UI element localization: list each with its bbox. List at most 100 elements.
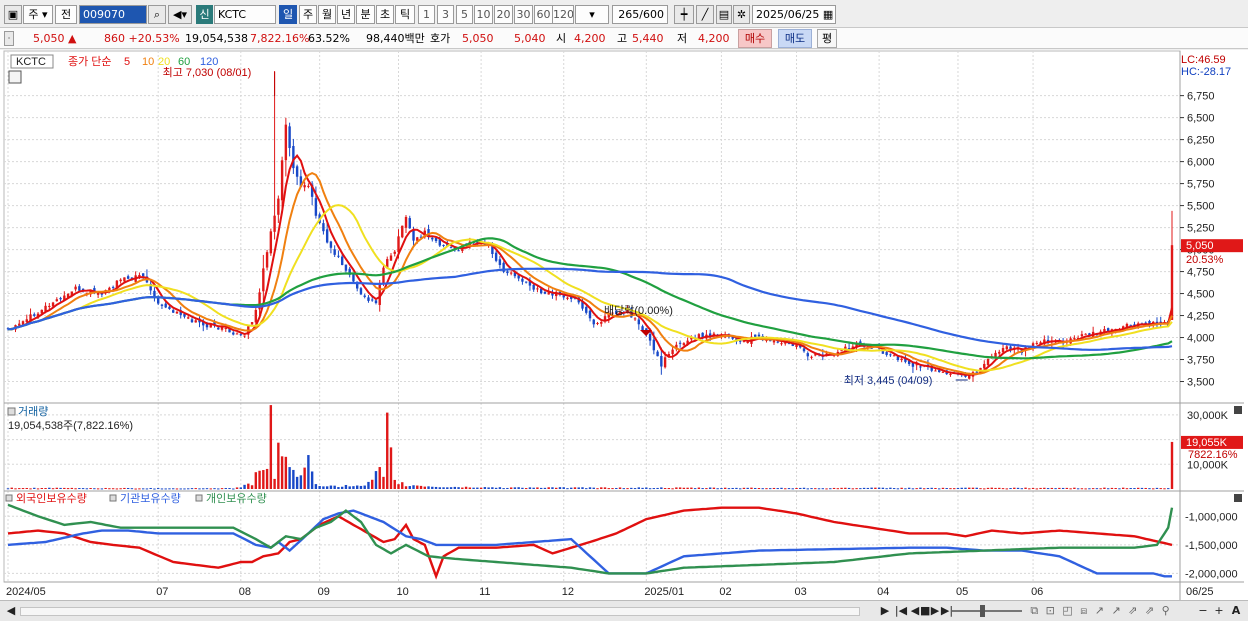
holdings-legend-icon <box>109 494 117 502</box>
volume-bar <box>21 488 25 490</box>
holdings-close-icon[interactable] <box>1234 494 1242 502</box>
volume-bar <box>1069 488 1072 490</box>
volume-bar <box>224 488 227 490</box>
price-tick-label: 3,750 <box>1187 355 1215 367</box>
volume-bar <box>1001 488 1005 490</box>
font-size-icon[interactable]: A <box>1229 603 1243 619</box>
volume-bar <box>1043 487 1046 489</box>
volume-bar <box>836 488 840 490</box>
volume-bar <box>1076 488 1080 490</box>
drawing-tools-icon[interactable]: ⧉ ⊡ ◰ ⧈ ↗ ↗ ⇗ ⇗ ⚲ ◫ <box>1026 603 1176 621</box>
volume-bar <box>63 487 66 489</box>
volume-bar <box>693 488 697 490</box>
volume-bar <box>588 487 592 489</box>
scroll-track[interactable] <box>20 607 860 616</box>
volume-bar <box>637 487 641 489</box>
volume-bar <box>141 488 145 490</box>
volume-bar <box>6 488 10 490</box>
volume-bar <box>585 488 588 490</box>
scroll-right-icon[interactable]: ▶ <box>878 603 892 619</box>
candle-body <box>506 271 509 274</box>
volume-bar <box>652 488 656 490</box>
last-price-value: 5,050 <box>1186 240 1214 252</box>
volume-bar <box>44 488 47 490</box>
nav-next-icon[interactable]: ▶ <box>930 603 940 619</box>
volume-bar <box>423 486 426 489</box>
volume-bar <box>1137 487 1140 489</box>
price-tick-label: 4,750 <box>1187 267 1215 279</box>
candle-body <box>648 333 652 341</box>
zoom-in-icon[interactable]: + <box>1213 603 1225 619</box>
volume-bar <box>855 488 858 490</box>
volume-bar <box>299 475 303 489</box>
candle-body <box>795 344 798 348</box>
volume-bar <box>994 487 997 489</box>
volume-bar <box>705 488 708 490</box>
zoom-slider-handle[interactable] <box>980 605 985 617</box>
zoom-slider[interactable] <box>952 610 1022 612</box>
volume-bar <box>254 472 258 489</box>
volume-bar <box>476 487 479 489</box>
volume-bar <box>603 487 607 489</box>
volume-bar <box>521 487 524 489</box>
volume-bar <box>209 488 212 490</box>
volume-bar <box>562 487 565 489</box>
volume-bar <box>990 487 993 489</box>
volume-bar <box>1009 488 1012 490</box>
volume-bar <box>731 487 734 489</box>
nav-prev-icon[interactable]: ◀ <box>910 603 920 619</box>
candle-body <box>431 237 434 240</box>
calculator-icon[interactable] <box>8 70 22 84</box>
candle-body <box>48 305 51 307</box>
volume-bar <box>998 487 1001 489</box>
candle-body <box>254 309 258 323</box>
volume-bar <box>145 488 149 490</box>
candle-body <box>359 288 363 295</box>
candle-body <box>277 198 280 215</box>
volume-bar <box>1020 488 1024 490</box>
volume-bar <box>318 486 321 489</box>
volume-bar <box>416 485 419 489</box>
candle-body <box>754 334 757 337</box>
volume-close-icon[interactable] <box>1234 406 1242 414</box>
candle-body <box>757 334 761 337</box>
candle-body <box>235 333 239 335</box>
volume-bar <box>434 486 438 489</box>
volume-bar <box>322 486 325 489</box>
volume-bar <box>862 487 866 489</box>
zoom-out-icon[interactable]: − <box>1197 603 1209 619</box>
volume-bar <box>765 488 768 490</box>
scroll-bar[interactable]: ◀ ▶ |◀ ◀ ■ ▶ ▶| ⧉ ⊡ ◰ ⧈ ↗ ↗ ⇗ ⇗ ⚲ ◫ − + … <box>0 600 1248 621</box>
volume-bar <box>1028 488 1031 490</box>
volume-bar <box>438 487 442 489</box>
volume-bar <box>359 485 363 489</box>
volume-bar <box>442 487 445 489</box>
volume-bar <box>1159 488 1162 490</box>
lc-label: LC:46.59 <box>1181 54 1226 66</box>
volume-bar <box>205 488 209 490</box>
volume-bar <box>18 488 21 490</box>
legend-item: 5 <box>124 56 130 68</box>
volume-bar <box>663 488 667 490</box>
candle-body <box>239 334 242 336</box>
volume-pane-icon[interactable] <box>7 407 16 416</box>
price-tick-label: 3,500 <box>1187 377 1215 389</box>
volume-bar <box>314 484 318 489</box>
candle-body <box>600 322 603 324</box>
volume-bar <box>1167 488 1170 490</box>
volume-bar <box>742 487 746 489</box>
nav-stop-icon[interactable]: ■ <box>920 603 930 619</box>
volume-bar <box>900 487 903 489</box>
x-tick-label: 2025/01 <box>644 586 684 598</box>
price-tick-label: 6,000 <box>1187 157 1215 169</box>
candle-body <box>393 251 396 254</box>
nav-first-icon[interactable]: |◀ <box>894 603 908 619</box>
candle-body <box>1080 334 1084 337</box>
candle-body <box>941 371 945 373</box>
scroll-left-icon[interactable]: ◀ <box>4 603 18 619</box>
holdings-tick-label: -1,500,000 <box>1185 540 1238 552</box>
volume-bar <box>964 487 967 489</box>
volume-bar <box>389 447 393 489</box>
price-chart[interactable]: 6,7506,5006,2506,0005,7505,5005,2505,000… <box>0 0 1248 600</box>
volume-bar <box>1148 488 1151 490</box>
